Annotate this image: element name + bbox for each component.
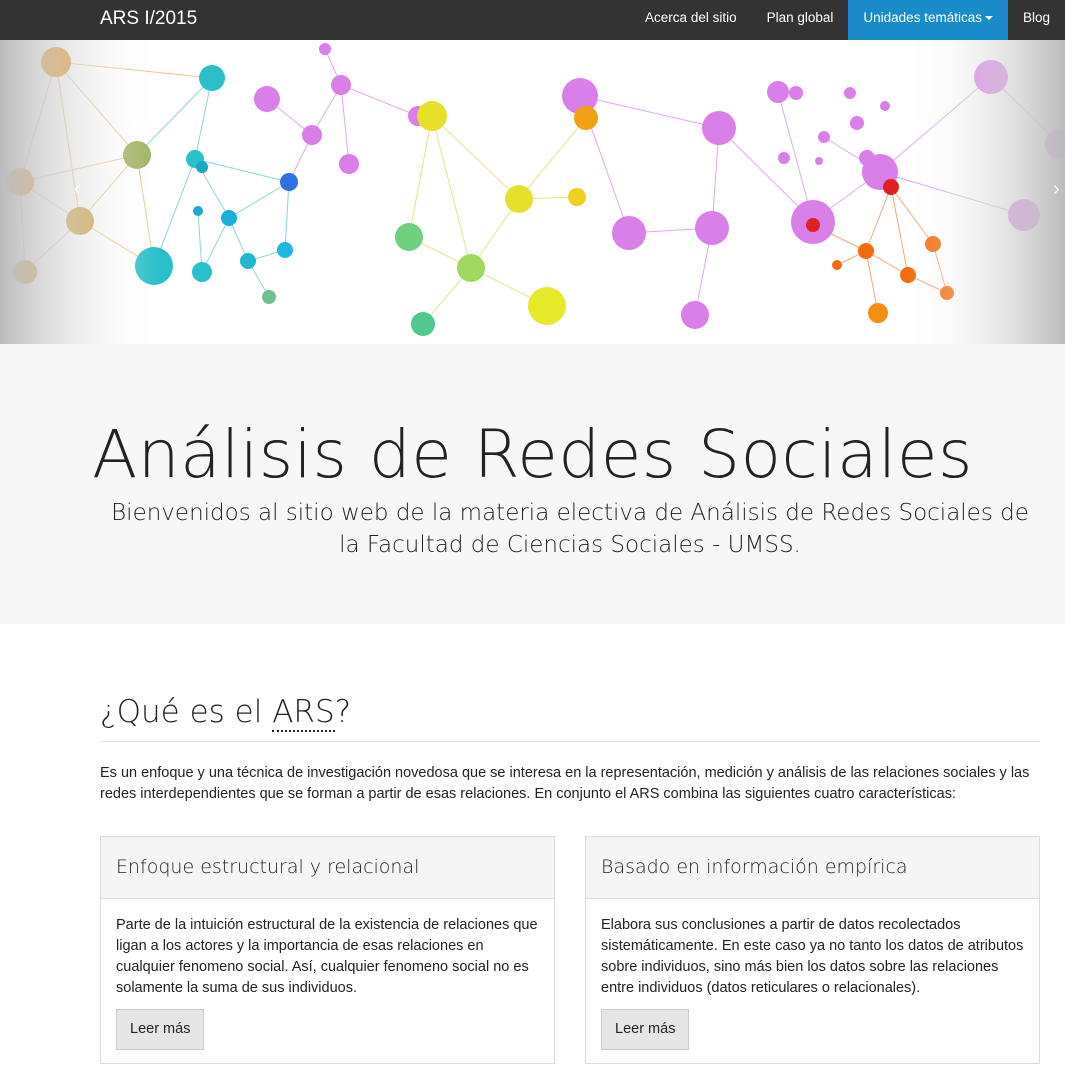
site-brand[interactable]: ARS I/2015 <box>100 0 197 40</box>
section-heading-suffix: ? <box>334 694 352 730</box>
carousel-network-image: ‹ › <box>0 40 1065 344</box>
nav-item-label: Unidades temáticas <box>863 10 982 25</box>
ars-abbreviation[interactable]: ARS <box>272 694 335 732</box>
section-heading: ¿Qué es el ARS? <box>100 694 352 732</box>
caret-down-icon <box>984 16 993 21</box>
nav-item-acerca[interactable]: Acerca del sitio <box>630 0 752 40</box>
nav-item-plan-global[interactable]: Plan global <box>752 0 849 40</box>
main-nav: Acerca del sitio Plan global Unidades te… <box>630 0 1065 40</box>
read-more-button[interactable]: Leer más <box>116 1009 205 1050</box>
network-graph-illustration <box>0 40 1065 344</box>
panel-body: Parte de la intuición estructural de la … <box>101 899 554 1050</box>
panel-title: Basado en información empírica <box>601 856 908 878</box>
feature-panel-structural: Enfoque estructural y relacional Parte d… <box>100 836 555 1064</box>
nav-item-label: Blog <box>1022 10 1050 25</box>
nav-item-label: Plan global <box>766 10 834 25</box>
chevron-left-icon[interactable]: ‹ <box>74 178 81 201</box>
nav-item-label: Acerca del sitio <box>645 10 737 25</box>
feature-panel-empirical: Basado en información empírica Elabora s… <box>585 836 1040 1064</box>
panel-title: Enfoque estructural y relacional <box>116 856 420 878</box>
top-navbar: ARS I/2015 Acerca del sitio Plan global … <box>0 0 1065 40</box>
section-divider <box>100 741 1040 742</box>
hero-subtitle: Bienvenidos al sitio web de la materia e… <box>111 500 1029 558</box>
chevron-right-icon[interactable]: › <box>1053 178 1060 201</box>
section-heading-prefix: ¿Qué es el <box>100 694 273 730</box>
page-title: Análisis de Redes Sociales <box>92 416 973 493</box>
panel-body: Elabora sus conclusiones a partir de dat… <box>586 899 1039 1050</box>
hero-jumbotron: Análisis de Redes Sociales Bienvenidos a… <box>0 344 1065 624</box>
nav-item-unidades-dropdown[interactable]: Unidades temáticas <box>848 0 1008 40</box>
panel-text: Elabora sus conclusiones a partir de dat… <box>601 917 1024 996</box>
nav-item-blog[interactable]: Blog <box>1008 0 1065 40</box>
section-intro: Es un enfoque y una técnica de investiga… <box>100 765 1030 802</box>
panel-text: Parte de la intuición estructural de la … <box>116 917 538 996</box>
read-more-button[interactable]: Leer más <box>601 1009 690 1050</box>
panel-heading: Basado en información empírica <box>586 837 1039 899</box>
panel-heading: Enfoque estructural y relacional <box>101 837 554 899</box>
